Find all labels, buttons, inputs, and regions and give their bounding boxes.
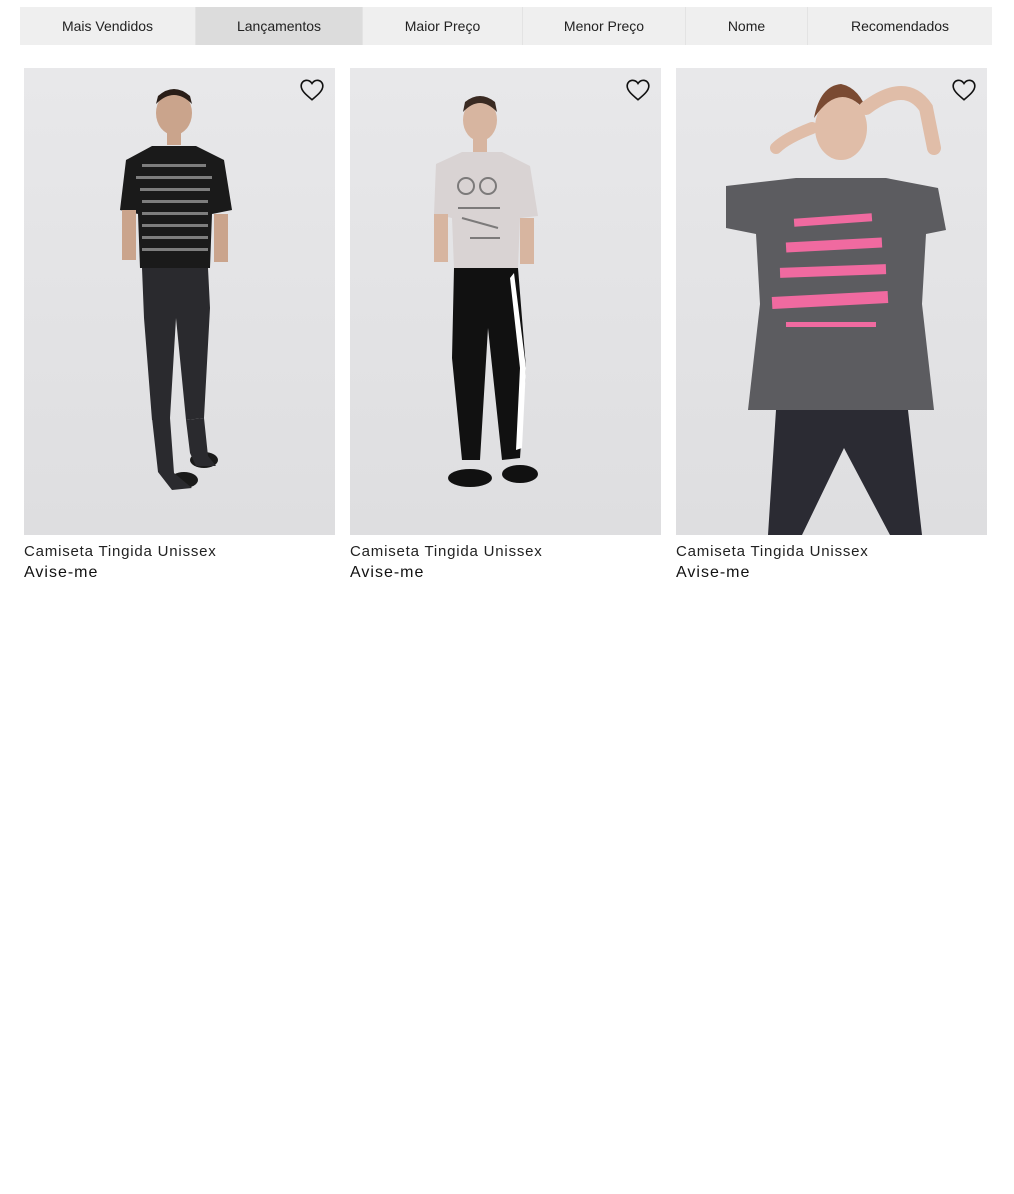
- sort-tabs: Mais Vendidos Lançamentos Maior Preço Me…: [20, 7, 992, 45]
- product-name[interactable]: Camiseta Tingida Unissex: [24, 543, 335, 560]
- sort-tab-recomendados[interactable]: Recomendados: [808, 7, 992, 45]
- product-photo-figure: [726, 84, 946, 535]
- product-name[interactable]: Camiseta Tingida Unissex: [350, 543, 661, 560]
- notify-me-link[interactable]: Avise-me: [350, 564, 661, 582]
- notify-me-link[interactable]: Avise-me: [676, 564, 987, 582]
- sort-tab-menor-preco[interactable]: Menor Preço: [523, 7, 686, 45]
- sort-tab-nome[interactable]: Nome: [686, 7, 808, 45]
- heart-outline-icon[interactable]: [299, 77, 325, 103]
- sort-tab-mais-vendidos[interactable]: Mais Vendidos: [20, 7, 196, 45]
- product-photo-figure: [434, 96, 538, 487]
- notify-me-link[interactable]: Avise-me: [24, 564, 335, 582]
- heart-outline-icon[interactable]: [625, 77, 651, 103]
- product-card[interactable]: Camiseta Tingida Unissex Avise-me: [350, 68, 661, 582]
- product-image[interactable]: [24, 68, 335, 535]
- product-photo-figure: [120, 89, 232, 490]
- product-image[interactable]: [350, 68, 661, 535]
- sort-tab-maior-preco[interactable]: Maior Preço: [363, 7, 523, 45]
- product-card[interactable]: Camiseta Tingida Unissex Avise-me: [24, 68, 335, 582]
- product-name[interactable]: Camiseta Tingida Unissex: [676, 543, 987, 560]
- product-image[interactable]: [676, 68, 987, 535]
- heart-outline-icon[interactable]: [951, 77, 977, 103]
- sort-tab-lancamentos[interactable]: Lançamentos: [196, 7, 363, 45]
- product-card[interactable]: Camiseta Tingida Unissex Avise-me: [676, 68, 987, 582]
